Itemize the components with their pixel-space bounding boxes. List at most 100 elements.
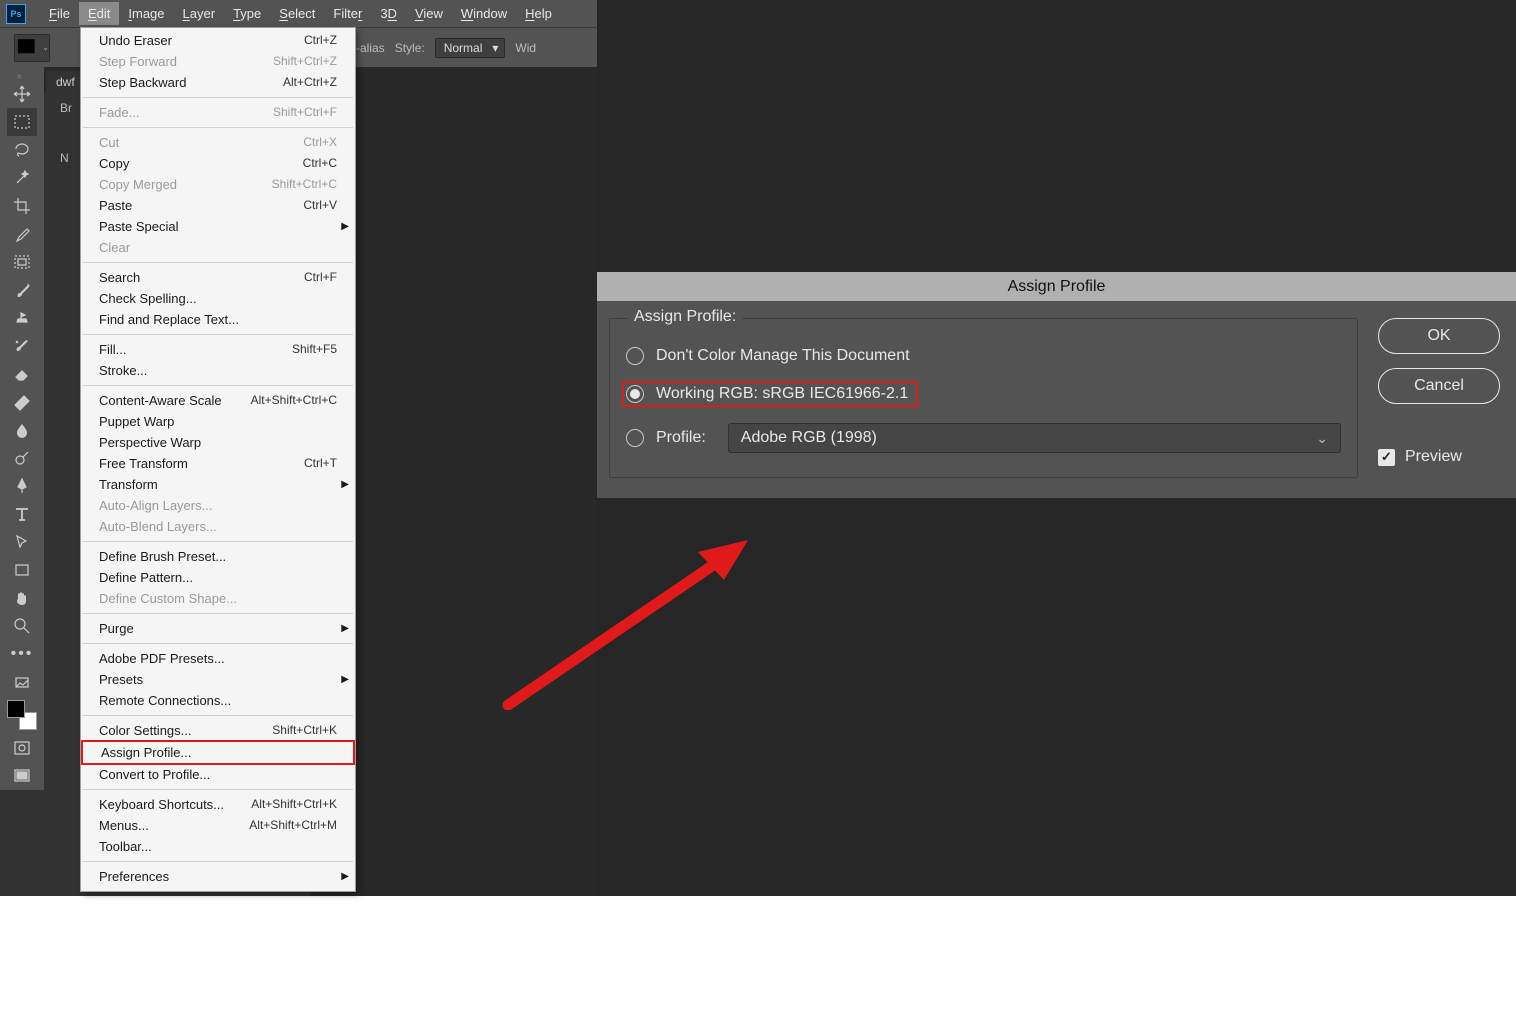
menu-item-purge[interactable]: Purge▶ xyxy=(81,618,355,639)
menu-item-color-settings[interactable]: Color Settings...Shift+Ctrl+K xyxy=(81,720,355,741)
menu-window[interactable]: Window xyxy=(452,2,516,25)
dialog-buttons: OK Cancel ✓ Preview xyxy=(1378,318,1500,478)
submenu-arrow-icon: ▶ xyxy=(341,868,349,885)
assign-profile-fieldset: Assign Profile: Don't Color Manage This … xyxy=(609,318,1358,478)
option-profile-label: Profile: xyxy=(656,429,706,447)
option-working-rgb[interactable]: Working RGB: sRGB IEC61966-2.1 xyxy=(626,381,1341,407)
tool-eraser[interactable] xyxy=(7,360,37,388)
menu-type[interactable]: Type xyxy=(224,2,270,25)
edit-menu-dropdown: Undo EraserCtrl+ZStep ForwardShift+Ctrl+… xyxy=(80,27,356,892)
tool-magic-wand[interactable] xyxy=(7,164,37,192)
opt-width-fragment: Wid xyxy=(515,41,536,55)
menu-item-paste-special[interactable]: Paste Special▶ xyxy=(81,216,355,237)
menu-item-assign-profile[interactable]: Assign Profile... xyxy=(81,740,355,765)
tool-crop[interactable] xyxy=(7,192,37,220)
menu-item-search[interactable]: SearchCtrl+F xyxy=(81,267,355,288)
menu-item-stroke[interactable]: Stroke... xyxy=(81,360,355,381)
menu-layer[interactable]: Layer xyxy=(174,2,225,25)
menu-item-clear: Clear xyxy=(81,237,355,258)
tool-brush[interactable] xyxy=(7,276,37,304)
menu-item-preferences[interactable]: Preferences▶ xyxy=(81,866,355,887)
menu-item-undo-eraser[interactable]: Undo EraserCtrl+Z xyxy=(81,30,355,51)
menu-item-perspective-warp[interactable]: Perspective Warp xyxy=(81,432,355,453)
cancel-button[interactable]: Cancel xyxy=(1378,368,1500,404)
radio-icon xyxy=(626,429,644,447)
ok-button[interactable]: OK xyxy=(1378,318,1500,354)
foreground-color-swatch[interactable] xyxy=(7,700,25,718)
menu-item-puppet-warp[interactable]: Puppet Warp xyxy=(81,411,355,432)
tool-rectangular-marquee[interactable] xyxy=(7,108,37,136)
tool-type[interactable] xyxy=(7,500,37,528)
document-tab-label: dwf xyxy=(56,75,75,89)
menu-file[interactable]: File xyxy=(40,2,79,25)
menu-item-paste[interactable]: PasteCtrl+V xyxy=(81,195,355,216)
tool-history-brush[interactable] xyxy=(7,332,37,360)
tool-dodge[interactable] xyxy=(7,444,37,472)
submenu-arrow-icon: ▶ xyxy=(341,218,349,235)
tool-lasso[interactable] xyxy=(7,136,37,164)
document-tab[interactable]: dwf xyxy=(46,71,85,93)
tool-zoom[interactable] xyxy=(7,612,37,640)
menu-item-step-backward[interactable]: Step BackwardAlt+Ctrl+Z xyxy=(81,72,355,93)
menu-item-fade: Fade...Shift+Ctrl+F xyxy=(81,102,355,123)
tool-screen-mode-icon[interactable] xyxy=(7,762,37,790)
tool-edit-toolbar-icon[interactable] xyxy=(7,668,37,696)
color-swatches[interactable] xyxy=(7,700,37,730)
checkbox-icon: ✓ xyxy=(1378,449,1395,466)
tool-move[interactable] xyxy=(7,80,37,108)
tool-frame[interactable] xyxy=(7,248,37,276)
tool-pen[interactable] xyxy=(7,472,37,500)
opt-style-select[interactable]: Normal xyxy=(435,38,506,58)
preview-checkbox-row[interactable]: ✓ Preview xyxy=(1378,448,1500,466)
menu-3d[interactable]: 3D xyxy=(371,2,406,25)
menu-item-adobe-pdf-presets[interactable]: Adobe PDF Presets... xyxy=(81,648,355,669)
menu-view[interactable]: View xyxy=(406,2,452,25)
menu-item-cut: CutCtrl+X xyxy=(81,132,355,153)
option-dont-manage[interactable]: Don't Color Manage This Document xyxy=(626,347,1341,365)
submenu-arrow-icon: ▶ xyxy=(341,476,349,493)
toolbox: ••• xyxy=(0,67,44,790)
menu-item-remote-connections[interactable]: Remote Connections... xyxy=(81,690,355,711)
current-tool-icon[interactable]: ⌄ xyxy=(14,34,50,62)
menu-filter[interactable]: Filter xyxy=(324,2,371,25)
menu-item-transform[interactable]: Transform▶ xyxy=(81,474,355,495)
tool-blur[interactable] xyxy=(7,416,37,444)
menu-item-keyboard-shortcuts[interactable]: Keyboard Shortcuts...Alt+Shift+Ctrl+K xyxy=(81,794,355,815)
menu-item-fill[interactable]: Fill...Shift+F5 xyxy=(81,339,355,360)
toolbox-collapse-icon[interactable] xyxy=(4,73,40,80)
menu-item-free-transform[interactable]: Free TransformCtrl+T xyxy=(81,453,355,474)
right-pane: Assign Profile Assign Profile: Don't Col… xyxy=(597,0,1516,896)
profile-select-value: Adobe RGB (1998) xyxy=(741,429,877,447)
menu-item-define-brush-preset[interactable]: Define Brush Preset... xyxy=(81,546,355,567)
radio-icon xyxy=(626,385,644,403)
dialog-title: Assign Profile xyxy=(597,272,1516,301)
tool-clone-stamp[interactable] xyxy=(7,304,37,332)
profile-select[interactable]: Adobe RGB (1998) xyxy=(728,423,1341,453)
menu-item-copy[interactable]: CopyCtrl+C xyxy=(81,153,355,174)
menu-item-presets[interactable]: Presets▶ xyxy=(81,669,355,690)
photoshop-window: Ps File Edit Image Layer Type Select Fil… xyxy=(0,0,597,896)
menu-item-toolbar[interactable]: Toolbar... xyxy=(81,836,355,857)
fieldset-legend: Assign Profile: xyxy=(628,308,742,326)
menu-item-content-aware-scale[interactable]: Content-Aware ScaleAlt+Shift+Ctrl+C xyxy=(81,390,355,411)
submenu-arrow-icon: ▶ xyxy=(341,620,349,637)
menu-image[interactable]: Image xyxy=(119,2,173,25)
menu-select[interactable]: Select xyxy=(270,2,324,25)
menu-edit[interactable]: Edit xyxy=(79,2,119,25)
menu-help[interactable]: Help xyxy=(516,2,561,25)
tool-hand[interactable] xyxy=(7,584,37,612)
tool-eyedropper[interactable] xyxy=(7,220,37,248)
menu-item-convert-to-profile[interactable]: Convert to Profile... xyxy=(81,764,355,785)
tool-path-selection[interactable] xyxy=(7,528,37,556)
menu-item-menus[interactable]: Menus...Alt+Shift+Ctrl+M xyxy=(81,815,355,836)
menu-item-copy-merged: Copy MergedShift+Ctrl+C xyxy=(81,174,355,195)
menu-item-find-and-replace-text[interactable]: Find and Replace Text... xyxy=(81,309,355,330)
opt-style-label: Style: xyxy=(395,41,425,55)
option-profile[interactable]: Profile: Adobe RGB (1998) xyxy=(626,423,1341,453)
menu-item-check-spelling[interactable]: Check Spelling... xyxy=(81,288,355,309)
tool-gradient[interactable] xyxy=(7,388,37,416)
tool-rectangle[interactable] xyxy=(7,556,37,584)
menu-item-define-pattern[interactable]: Define Pattern... xyxy=(81,567,355,588)
tool-quick-mask-icon[interactable] xyxy=(7,734,37,762)
tool-more[interactable]: ••• xyxy=(7,640,37,668)
